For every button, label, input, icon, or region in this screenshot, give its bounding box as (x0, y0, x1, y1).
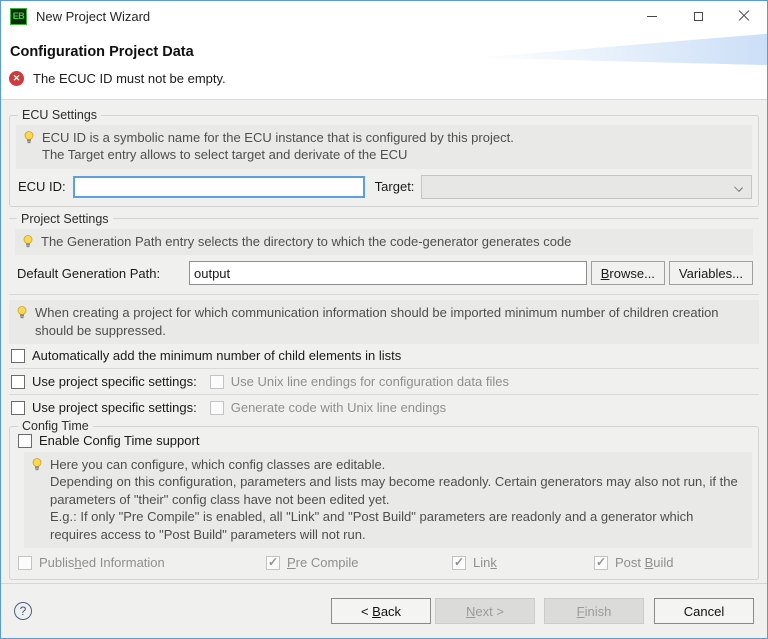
maximize-icon (694, 12, 703, 21)
generation-path-label: Default Generation Path: (17, 266, 189, 281)
maximize-button[interactable] (675, 1, 721, 31)
separator (9, 368, 759, 369)
project-settings-legend: Project Settings (17, 212, 113, 226)
browse-button[interactable]: Browse... (591, 261, 665, 285)
generation-path-input[interactable] (189, 261, 587, 285)
auto-add-checkbox[interactable] (11, 349, 25, 363)
cancel-button[interactable]: Cancel (654, 598, 754, 624)
chevron-down-icon (734, 183, 743, 192)
title-bar: EB New Project Wizard (1, 1, 767, 31)
wizard-banner: Configuration Project Data The ECUC ID m… (1, 31, 767, 100)
unix-line-endings-config-label: Use Unix line endings for configuration … (231, 374, 509, 389)
next-button: Next > (435, 598, 535, 624)
auto-add-label[interactable]: Automatically add the minimum number of … (32, 348, 401, 363)
separator (9, 394, 759, 395)
config-time-info-para-3: E.g.: If only "Pre Compile" is enabled, … (50, 508, 743, 543)
import-info-panel: When creating a project for which commun… (9, 300, 759, 344)
post-build-checkbox (594, 556, 608, 570)
post-build-option: Post Build (594, 555, 674, 570)
enable-config-time-checkbox[interactable] (18, 434, 32, 448)
ecu-info-line-1: ECU ID is a symbolic name for the ECU in… (42, 129, 514, 146)
eb-app-icon: EB (10, 8, 27, 25)
enable-config-time-label[interactable]: Enable Config Time support (39, 433, 199, 448)
pre-compile-option: Pre Compile (266, 555, 452, 570)
lightbulb-icon (23, 235, 33, 249)
use-project-specific-checkbox-2[interactable] (11, 401, 25, 415)
ecu-id-label: ECU ID: (18, 179, 66, 194)
link-checkbox (452, 556, 466, 570)
minimize-button[interactable] (629, 1, 675, 31)
button-bar: ? < Back Next > Finish Cancel (1, 583, 767, 638)
ecu-id-input[interactable] (73, 176, 365, 198)
ecu-settings-group: ECU Settings ECU ID is a symbolic name f… (9, 108, 759, 207)
link-option: Link (452, 555, 594, 570)
published-information-checkbox (18, 556, 32, 570)
config-time-info-para-1: Here you can configure, which config cla… (50, 456, 743, 473)
unix-line-endings-code-checkbox (210, 401, 224, 415)
target-label: Target: (375, 179, 415, 194)
minimize-icon (647, 16, 657, 17)
separator (9, 294, 759, 295)
variables-button[interactable]: Variables... (669, 261, 753, 285)
window-title: New Project Wizard (36, 9, 150, 24)
target-dropdown[interactable] (421, 175, 752, 199)
project-specific-row-1: Use project specific settings: Use Unix … (11, 374, 759, 389)
pre-compile-checkbox (266, 556, 280, 570)
unix-line-endings-config-checkbox (210, 375, 224, 389)
published-information-option: Published Information (18, 555, 266, 570)
close-icon (738, 10, 750, 22)
unix-line-endings-code-label: Generate code with Unix line endings (231, 400, 446, 415)
use-project-specific-label-2[interactable]: Use project specific settings: (32, 400, 197, 415)
use-project-specific-label-1[interactable]: Use project specific settings: (32, 374, 197, 389)
config-time-group: Config Time Enable Config Time support H… (9, 419, 759, 580)
ecu-settings-legend: ECU Settings (18, 108, 101, 122)
config-time-info-para-2: Depending on this configuration, paramet… (50, 473, 743, 508)
generation-path-info: The Generation Path entry selects the di… (41, 233, 571, 250)
use-project-specific-checkbox-1[interactable] (11, 375, 25, 389)
auto-add-row: Automatically add the minimum number of … (11, 348, 759, 363)
error-message: The ECUC ID must not be empty. (33, 71, 226, 86)
ecu-info-line-2: The Target entry allows to select target… (42, 146, 514, 163)
close-button[interactable] (721, 1, 767, 31)
config-time-info-panel: Here you can configure, which config cla… (24, 452, 752, 548)
project-specific-row-2: Use project specific settings: Generate … (11, 400, 759, 415)
ecu-settings-info-panel: ECU ID is a symbolic name for the ECU in… (16, 125, 752, 169)
config-time-legend: Config Time (18, 419, 93, 433)
import-info-text: When creating a project for which commun… (35, 304, 750, 339)
back-button[interactable]: < Back (331, 598, 431, 624)
lightbulb-icon (24, 131, 34, 145)
lightbulb-icon (17, 306, 27, 320)
lightbulb-icon (32, 458, 42, 472)
generation-path-info-panel: The Generation Path entry selects the di… (15, 229, 753, 255)
enable-config-time-row: Enable Config Time support (18, 433, 752, 448)
new-project-wizard-dialog: EB New Project Wizard Configuration Proj… (0, 0, 768, 639)
help-button[interactable]: ? (14, 602, 32, 620)
error-icon (9, 71, 24, 86)
project-settings-group: Project Settings The Generation Path ent… (9, 212, 759, 289)
finish-button: Finish (544, 598, 644, 624)
